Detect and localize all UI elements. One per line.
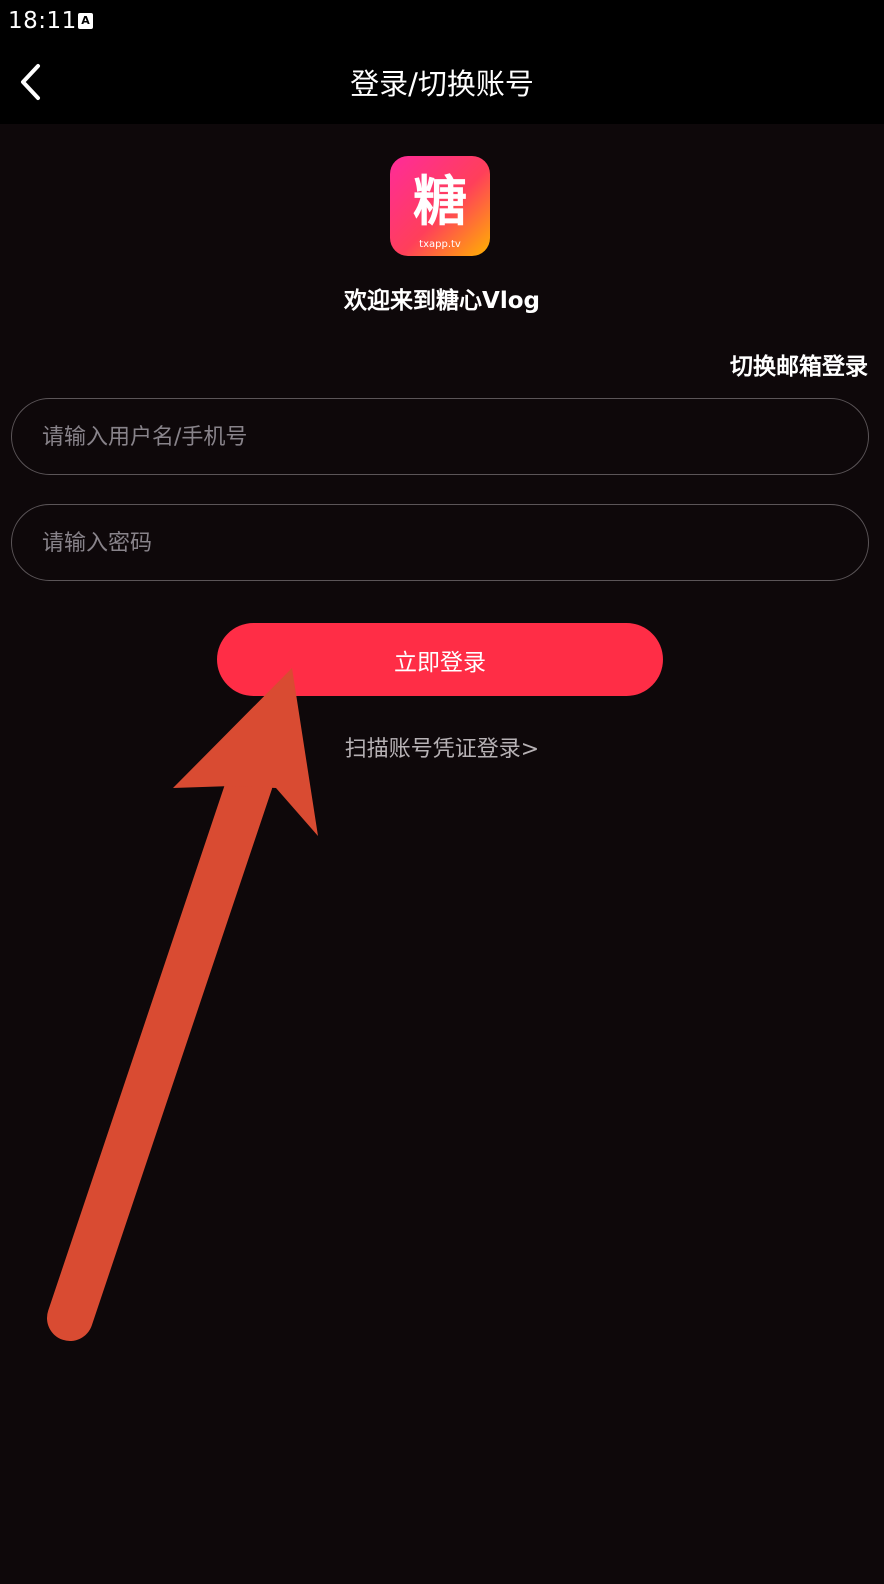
nav-bar: 登录/切换账号	[0, 44, 884, 124]
login-screen: 18:11 A 登录/切换账号 糖 txapp.tv 欢迎来到糖心Vlog 切换…	[0, 0, 884, 1584]
switch-email-login-link[interactable]: 切换邮箱登录	[730, 347, 868, 381]
page-title: 登录/切换账号	[350, 67, 534, 101]
password-field-container	[11, 504, 869, 581]
username-input[interactable]	[40, 399, 834, 475]
notification-a-icon: A	[78, 13, 93, 29]
scan-credential-login-link[interactable]: 扫描账号凭证登录>	[0, 731, 884, 763]
status-bar: 18:11 A	[0, 0, 884, 44]
password-input[interactable]	[40, 505, 834, 581]
app-logo: 糖 txapp.tv	[390, 156, 490, 256]
login-button[interactable]: 立即登录	[217, 623, 663, 696]
status-time: 18:11	[8, 8, 77, 34]
svg-text:txapp.tv: txapp.tv	[419, 239, 461, 250]
welcome-text: 欢迎来到糖心Vlog	[344, 288, 540, 314]
svg-text:糖: 糖	[413, 170, 467, 233]
username-field-container	[11, 398, 869, 475]
